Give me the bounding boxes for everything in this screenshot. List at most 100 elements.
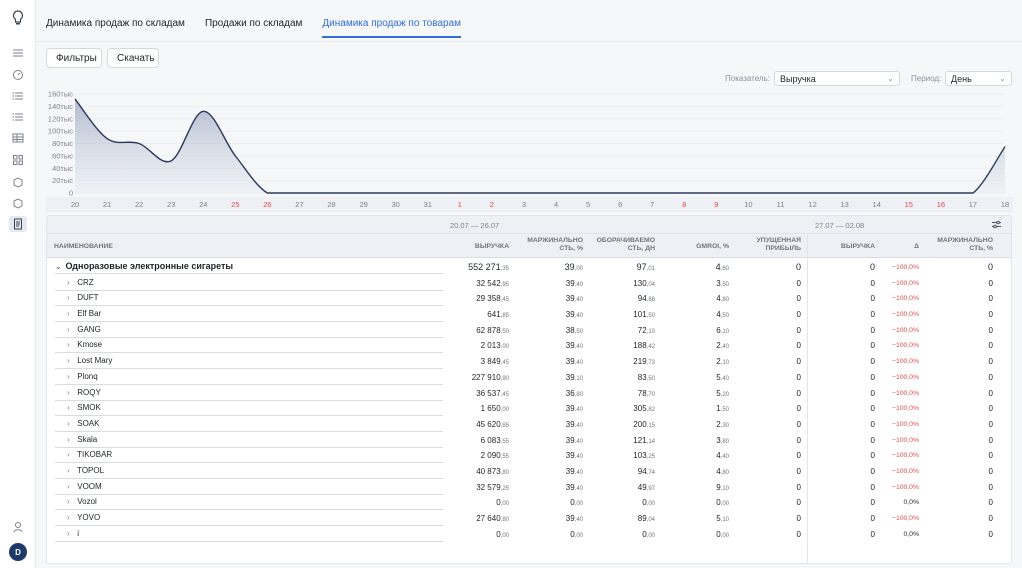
tab-warehouse-sales-dynamics[interactable]: Динамика продаж по складам bbox=[46, 16, 185, 38]
sidebar-table-icon[interactable] bbox=[9, 130, 27, 146]
gmroi-cell: 5,40 bbox=[667, 373, 729, 382]
margin-cell: 39,40 bbox=[515, 451, 583, 460]
table-row[interactable]: › Plonq 227 910,90 39,10 83,50 5,40 0 0 … bbox=[47, 369, 1011, 385]
col-turnover-header[interactable]: Оборачиваемо сть, дн bbox=[587, 237, 655, 253]
delta-cell: 0,0% bbox=[903, 530, 920, 538]
chevron-right-icon[interactable]: › bbox=[67, 497, 75, 506]
x-tick-label: 26 bbox=[263, 200, 271, 209]
avatar[interactable]: D bbox=[9, 543, 27, 561]
table-row[interactable]: › SOAK 45 620,85 39,40 200,15 2,30 0 0 −… bbox=[47, 416, 1011, 432]
turnover-value: 78 bbox=[637, 388, 647, 398]
sidebar-box2-icon[interactable] bbox=[9, 195, 27, 211]
turnover-cell: 305,82 bbox=[587, 404, 655, 413]
gmroi-cents: ,50 bbox=[720, 407, 729, 414]
chevron-right-icon[interactable]: › bbox=[67, 450, 75, 459]
chevron-right-icon[interactable]: › bbox=[67, 356, 75, 365]
table-row[interactable]: › Elf Bar 641,85 39,40 101,50 4,50 0 0 −… bbox=[47, 306, 1011, 323]
margin-value: 39 bbox=[565, 357, 575, 367]
table-row[interactable]: › ROQY 36 537,45 36,80 78,70 5,20 0 0 −1… bbox=[47, 385, 1011, 401]
table-row[interactable]: › TIKOBAR 2 090,55 39,40 103,25 4,40 0 0… bbox=[47, 447, 1011, 464]
col-name-header[interactable]: Наименование bbox=[54, 243, 113, 251]
revenue-cents: ,50 bbox=[500, 328, 509, 335]
chevron-right-icon[interactable]: › bbox=[67, 435, 75, 444]
table-row[interactable]: › i 0,00 0,00 0,00 0,00 0 0 0,0% 0 bbox=[47, 526, 1011, 542]
revenue-cell: 2 090,55 bbox=[447, 451, 509, 460]
tab-warehouse-sales[interactable]: Продажи по складам bbox=[205, 16, 302, 38]
period-select[interactable]: День ⌄ bbox=[945, 71, 1012, 86]
revenue2-cell: 0 bbox=[870, 514, 875, 523]
delta-cell: −100,0% bbox=[891, 311, 919, 319]
table-row[interactable]: › Skala 6 083,55 39,40 121,14 3,80 0 0 −… bbox=[47, 432, 1011, 448]
sidebar-box-icon[interactable] bbox=[9, 174, 27, 190]
chevron-right-icon[interactable]: › bbox=[67, 419, 75, 428]
lost-profit-cell: 0 bbox=[796, 451, 801, 461]
turnover-cents: ,10 bbox=[646, 328, 655, 335]
table-row[interactable]: › CRZ 32 542,95 39,40 130,04 3,50 0 0 −1… bbox=[47, 275, 1011, 291]
margin-value: 39 bbox=[565, 514, 575, 523]
col-revenue2-header[interactable]: Выручка bbox=[817, 243, 875, 251]
gmroi-cell: 3,80 bbox=[667, 436, 729, 445]
margin-value: 39 bbox=[565, 278, 575, 288]
table-row[interactable]: › YOVO 27 640,80 39,40 89,04 5,10 0 0 −1… bbox=[47, 510, 1011, 526]
column-settings-icon[interactable] bbox=[992, 220, 1001, 229]
col-revenue-header[interactable]: Выручка bbox=[447, 243, 509, 251]
revenue-cell: 32 542,95 bbox=[447, 279, 509, 288]
chevron-right-icon[interactable]: › bbox=[67, 325, 75, 334]
sidebar-dashboard-icon[interactable] bbox=[9, 67, 27, 83]
turnover-value: 103 bbox=[633, 451, 647, 461]
tab-product-sales-dynamics[interactable]: Динамика продаж по товарам bbox=[322, 16, 461, 38]
table-row[interactable]: › TOPOL 40 873,80 39,40 94,74 4,80 0 0 −… bbox=[47, 463, 1011, 479]
margin-cell: 39,10 bbox=[515, 373, 583, 382]
gmroi-cents: ,40 bbox=[720, 375, 729, 382]
col-gmroi-header[interactable]: GMROI, % bbox=[667, 243, 729, 251]
table-group-row[interactable]: ⌄ Одноразовые электронные сигареты 552 2… bbox=[47, 259, 1011, 275]
sidebar-list3-icon[interactable] bbox=[9, 109, 27, 125]
indicator-label: Показатель: bbox=[725, 74, 770, 83]
gmroi-cell: 6,10 bbox=[667, 326, 729, 335]
table-row[interactable]: › SMOK 1 650,00 39,40 305,82 1,50 0 0 −1… bbox=[47, 400, 1011, 417]
margin-cell: 39,40 bbox=[515, 341, 583, 350]
revenue-cell: 227 910,90 bbox=[447, 373, 509, 382]
chevron-right-icon[interactable]: › bbox=[67, 513, 75, 522]
table-row[interactable]: › Kmose 2 013,00 39,40 188,42 2,40 0 0 −… bbox=[47, 337, 1011, 354]
chevron-right-icon[interactable]: › bbox=[67, 278, 75, 287]
chevron-down-icon[interactable]: ⌄ bbox=[55, 262, 63, 271]
chevron-right-icon[interactable]: › bbox=[67, 403, 75, 412]
indicator-select[interactable]: Выручка ⌄ bbox=[774, 71, 900, 86]
sidebar-grid-icon[interactable] bbox=[9, 152, 27, 168]
table-header-row: Наименование Выручка Маржинально сть, % … bbox=[47, 233, 1011, 258]
table-row[interactable]: › GANG 62 878,50 38,50 72,10 6,10 0 0 −1… bbox=[47, 322, 1011, 338]
chevron-right-icon[interactable]: › bbox=[67, 372, 75, 381]
table-row[interactable]: › Vozol 0,00 0,00 0,00 0,00 0 0 0,0% 0 bbox=[47, 494, 1011, 511]
table-row[interactable]: › Lost Mary 3 849,45 39,40 219,73 2,10 0… bbox=[47, 353, 1011, 370]
margin-value: 39 bbox=[565, 419, 575, 429]
table-row[interactable]: › DUFT 29 358,45 39,40 94,88 4,80 0 0 −1… bbox=[47, 290, 1011, 307]
col-margin-header[interactable]: Маржинально сть, % bbox=[515, 237, 583, 253]
revenue-value: 227 910 bbox=[471, 372, 501, 382]
chevron-right-icon[interactable]: › bbox=[67, 293, 75, 302]
sidebar-user-settings-icon[interactable] bbox=[9, 519, 27, 535]
sidebar-report-icon[interactable] bbox=[9, 216, 27, 232]
download-button[interactable]: Скачать bbox=[107, 48, 159, 68]
chevron-right-icon[interactable]: › bbox=[67, 309, 75, 318]
chevron-right-icon[interactable]: › bbox=[67, 529, 75, 538]
chevron-right-icon[interactable]: › bbox=[67, 388, 75, 397]
lost-profit-cell: 0 bbox=[796, 341, 801, 351]
turnover-value: 97 bbox=[636, 262, 647, 272]
chevron-right-icon[interactable]: › bbox=[67, 482, 75, 491]
x-tick-label: 8 bbox=[682, 200, 686, 209]
table-row[interactable]: › VOOM 32 579,25 39,40 49,97 9,10 0 0 −1… bbox=[47, 479, 1011, 495]
chevron-right-icon[interactable]: › bbox=[67, 466, 75, 475]
col-lost-profit-header[interactable]: Упущенная прибыль bbox=[737, 237, 801, 253]
margin-cents: ,00 bbox=[574, 501, 583, 508]
chevron-right-icon[interactable]: › bbox=[67, 340, 75, 349]
col-margin2-header[interactable]: Маржинально сть, % bbox=[925, 237, 993, 253]
revenue-cents: ,45 bbox=[500, 360, 509, 367]
revenue2-cell: 0 bbox=[869, 262, 875, 272]
sidebar-list-icon[interactable] bbox=[9, 45, 27, 61]
revenue-cell: 1 650,00 bbox=[447, 404, 509, 413]
sidebar-list2-icon[interactable] bbox=[9, 88, 27, 104]
revenue-cents: ,45 bbox=[500, 297, 509, 304]
filters-button[interactable]: Фильтры bbox=[46, 48, 102, 68]
col-delta-header[interactable]: Δ bbox=[887, 243, 919, 251]
